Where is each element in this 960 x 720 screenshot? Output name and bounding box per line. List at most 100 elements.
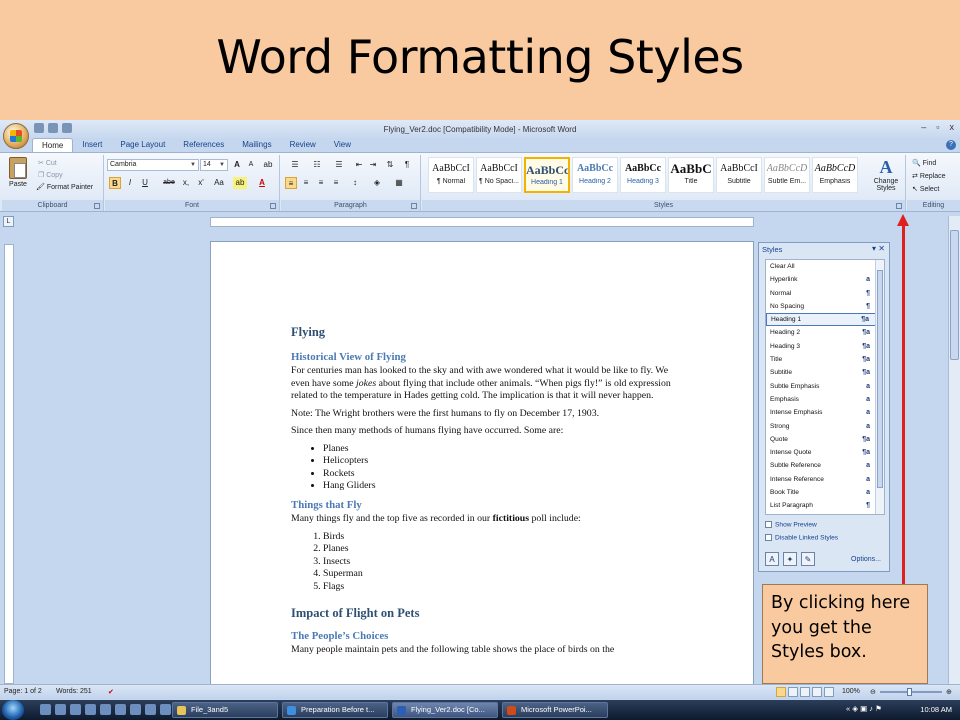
styles-list-item[interactable]: Heading 3 ¶a xyxy=(766,340,884,353)
style-heading-2[interactable]: AaBbCc Heading 2 xyxy=(572,157,618,193)
styles-list-item[interactable]: No Spacing ¶ xyxy=(766,300,884,313)
tab-mailings[interactable]: Mailings xyxy=(233,138,280,152)
taskbar-item-word[interactable]: Flying_Ver2.doc [Co... xyxy=(392,702,498,718)
align-center-icon[interactable]: ≡ xyxy=(300,177,312,189)
style-subtle-emphasis[interactable]: AaBbCcD Subtle Em... xyxy=(764,157,810,193)
styles-list-item[interactable]: Hyperlink a xyxy=(766,273,884,286)
save-icon[interactable] xyxy=(34,123,44,133)
zoom-level[interactable]: 100% xyxy=(842,688,860,695)
page-count[interactable]: Page: 1 of 2 xyxy=(4,688,42,695)
clock[interactable]: 10:08 AM xyxy=(920,705,952,714)
multilevel-list-icon[interactable]: ☰ xyxy=(329,159,349,171)
zoom-out-icon[interactable]: ⊖ xyxy=(870,688,876,696)
restore-button[interactable]: ▫ xyxy=(936,122,939,132)
quick-launch-icon[interactable] xyxy=(100,704,111,715)
decrease-indent-icon[interactable]: ⇤ xyxy=(353,159,365,171)
document-page[interactable]: Flying Historical View of Flying For cen… xyxy=(210,241,754,691)
style-heading-3[interactable]: AaBbCc Heading 3 xyxy=(620,157,666,193)
font-launcher[interactable] xyxy=(270,203,276,209)
styles-list-item[interactable]: Heading 2 ¶a xyxy=(766,326,884,339)
clipboard-launcher[interactable] xyxy=(94,203,100,209)
redo-icon[interactable] xyxy=(62,123,72,133)
align-left-icon[interactable]: ≡ xyxy=(285,177,297,189)
copy-button[interactable]: ❐ Copy xyxy=(38,171,63,179)
align-right-icon[interactable]: ≡ xyxy=(315,177,327,189)
zoom-slider-knob[interactable] xyxy=(907,688,912,696)
paste-button[interactable]: Paste xyxy=(6,157,30,188)
styles-list-item-selected[interactable]: Heading 1 ¶a xyxy=(766,313,884,327)
tab-view[interactable]: View xyxy=(325,138,360,152)
quick-launch-icon[interactable] xyxy=(85,704,96,715)
change-styles-button[interactable]: A Change Styles xyxy=(868,157,904,192)
styles-list-item[interactable]: Strong a xyxy=(766,420,884,433)
style-normal[interactable]: AaBbCcI ¶ Normal xyxy=(428,157,474,193)
borders-icon[interactable]: ▦ xyxy=(391,177,407,189)
underline-button[interactable]: U xyxy=(139,177,151,189)
tab-references[interactable]: References xyxy=(174,138,233,152)
styles-launcher-button[interactable] xyxy=(896,203,902,209)
numbering-icon[interactable]: ☷ xyxy=(307,159,327,171)
cut-button[interactable]: ✂ Cut xyxy=(38,159,57,167)
proofing-icon[interactable]: ✔ xyxy=(108,688,114,696)
styles-list-item[interactable]: Subtle Emphasis a xyxy=(766,380,884,393)
style-no-spacing[interactable]: AaBbCcI ¶ No Spaci... xyxy=(476,157,522,193)
styles-list-item[interactable]: Book Title a xyxy=(766,486,884,499)
styles-list-item[interactable]: Normal ¶ xyxy=(766,287,884,300)
minimize-button[interactable]: – xyxy=(921,122,926,132)
superscript-button[interactable]: x' xyxy=(195,177,207,189)
tab-page-layout[interactable]: Page Layout xyxy=(111,138,174,152)
draft-icon[interactable] xyxy=(824,687,834,697)
outline-icon[interactable] xyxy=(812,687,822,697)
styles-list-item[interactable]: Emphasis a xyxy=(766,393,884,406)
quick-launch-icon[interactable] xyxy=(70,704,81,715)
scrollbar-thumb[interactable] xyxy=(950,230,959,360)
tab-selector[interactable]: L xyxy=(3,216,14,227)
style-emphasis[interactable]: AaBbCcD Emphasis xyxy=(812,157,858,193)
subscript-button[interactable]: x, xyxy=(180,177,192,189)
show-preview-checkbox[interactable]: Show Preview xyxy=(765,521,817,528)
taskbar-item-powerpoint[interactable]: Microsoft PowerPoi... xyxy=(502,702,608,718)
styles-list-item[interactable]: Title ¶a xyxy=(766,353,884,366)
select-button[interactable]: ↖ Select xyxy=(912,185,939,193)
styles-list-scrollbar[interactable] xyxy=(875,260,884,514)
quick-launch-icon[interactable] xyxy=(40,704,51,715)
quick-launch-icon[interactable] xyxy=(145,704,156,715)
font-name-select[interactable]: Cambria ▼ xyxy=(107,159,199,171)
font-color-button[interactable]: A xyxy=(255,177,269,189)
styles-list-item[interactable]: Intense Emphasis a xyxy=(766,406,884,419)
style-heading-1[interactable]: AaBbCc Heading 1 xyxy=(524,157,570,193)
tab-insert[interactable]: Insert xyxy=(73,138,111,152)
undo-icon[interactable] xyxy=(48,123,58,133)
tab-home[interactable]: Home xyxy=(32,138,74,152)
change-case-button[interactable]: Aa xyxy=(211,177,227,189)
taskbar-item-folder[interactable]: File_3and5 xyxy=(172,702,278,718)
font-size-select[interactable]: 14 ▼ xyxy=(200,159,228,171)
style-subtitle[interactable]: AaBbCcI Subtitle xyxy=(716,157,762,193)
start-button[interactable] xyxy=(2,700,24,720)
quick-launch-icon[interactable] xyxy=(55,704,66,715)
style-inspector-icon[interactable]: ✦ xyxy=(783,552,797,566)
shrink-font-button[interactable]: A xyxy=(245,159,257,171)
find-button[interactable]: 🔍 Find xyxy=(912,159,936,167)
shading-icon[interactable]: ◈ xyxy=(369,177,385,189)
style-title[interactable]: AaBbC Title xyxy=(668,157,714,193)
help-icon[interactable]: ? xyxy=(946,140,956,150)
horizontal-ruler[interactable] xyxy=(210,217,754,227)
vertical-scrollbar[interactable] xyxy=(948,216,960,686)
zoom-in-icon[interactable]: ⊕ xyxy=(946,688,952,696)
highlight-button[interactable]: ab xyxy=(233,177,247,189)
styles-list-item[interactable]: Quote ¶a xyxy=(766,433,884,446)
styles-list-item[interactable]: Intense Reference a xyxy=(766,473,884,486)
line-spacing-icon[interactable]: ↕ xyxy=(347,177,363,189)
styles-list-item[interactable]: Subtle Reference a xyxy=(766,459,884,472)
replace-button[interactable]: ⇄ Replace xyxy=(912,172,946,180)
system-tray[interactable]: « ◈ ▣ ♪ ⚑ xyxy=(846,704,882,713)
quick-launch-icon[interactable] xyxy=(160,704,171,715)
scrollbar-thumb[interactable] xyxy=(877,270,883,488)
quick-launch-icon[interactable] xyxy=(115,704,126,715)
format-painter-button[interactable]: 🖌 Format Painter xyxy=(36,183,93,191)
taskbar-item-browser[interactable]: Preparation Before t... xyxy=(282,702,388,718)
quick-launch-icon[interactable] xyxy=(130,704,141,715)
bold-button[interactable]: B xyxy=(109,177,121,189)
grow-font-button[interactable]: A xyxy=(231,159,243,171)
